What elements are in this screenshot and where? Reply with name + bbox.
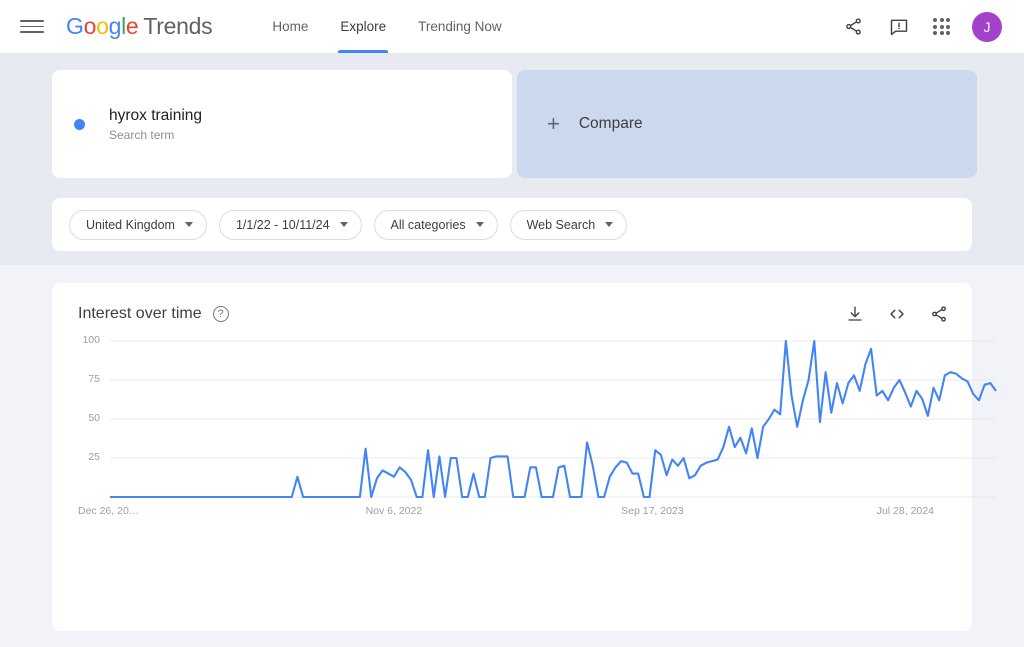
- chevron-down-icon: [184, 222, 193, 227]
- help-icon[interactable]: ?: [212, 306, 229, 322]
- explore-controls-section: hyrox training Search term + Compare Uni…: [0, 53, 1024, 265]
- filters-bar: United Kingdom 1/1/22 - 10/11/24 All cat…: [52, 198, 972, 251]
- avatar[interactable]: J: [972, 11, 1002, 42]
- feedback-icon[interactable]: [887, 15, 911, 39]
- logo-letter: o: [96, 13, 109, 39]
- chart-header: Interest over time ?: [78, 305, 948, 323]
- location-filter-label: United Kingdom: [86, 217, 175, 232]
- chart-svg: [110, 339, 997, 499]
- chevron-down-icon: [339, 222, 348, 227]
- header-actions: J: [841, 11, 1002, 42]
- logo-letter: o: [83, 13, 97, 39]
- interest-over-time-chart: 100 75 50 25 Dec 26, 20… Nov 6, 2022 Sep 17, …: [78, 334, 997, 587]
- y-axis-tick-label: 25: [88, 451, 100, 463]
- term-color-dot: [74, 118, 85, 130]
- search-type-filter-label: Web Search: [526, 217, 596, 232]
- y-axis-tick-label: 100: [82, 334, 100, 346]
- apps-grid-icon[interactable]: [933, 18, 950, 35]
- category-filter-label: All categories: [390, 217, 466, 232]
- share-icon[interactable]: [841, 15, 865, 39]
- compare-label: Compare: [578, 115, 643, 132]
- hamburger-menu-icon[interactable]: [20, 15, 44, 39]
- search-term-label: hyrox training: [109, 107, 203, 125]
- search-terms-row: hyrox training Search term + Compare: [52, 70, 977, 178]
- embed-icon[interactable]: [887, 305, 907, 323]
- y-axis-tick-label: 50: [88, 412, 100, 424]
- search-type-filter[interactable]: Web Search: [509, 209, 628, 240]
- x-axis-tick-label: Sep 17, 2023: [621, 505, 684, 517]
- page-title: Interest over time: [78, 305, 202, 322]
- chevron-down-icon: [605, 222, 614, 227]
- share-icon[interactable]: [930, 305, 948, 323]
- plus-icon: +: [547, 111, 560, 136]
- nav-item-home[interactable]: Home: [256, 0, 324, 53]
- results-section: Interest over time ? 100 75 50 25 Dec 26…: [0, 265, 1024, 647]
- chevron-down-icon: [475, 222, 484, 227]
- date-range-filter[interactable]: 1/1/22 - 10/11/24: [218, 209, 362, 240]
- compare-card[interactable]: + Compare: [517, 70, 977, 178]
- x-axis-tick-label: Jul 28, 2024: [876, 505, 934, 517]
- nav-item-explore[interactable]: Explore: [324, 0, 402, 53]
- location-filter[interactable]: United Kingdom: [69, 209, 207, 240]
- logo-suffix: Trends: [143, 13, 213, 39]
- google-trends-logo[interactable]: Google Trends: [66, 13, 213, 40]
- main-nav: Home Explore Trending Now: [256, 0, 517, 53]
- x-axis-tick-label: Nov 6, 2022: [365, 505, 423, 517]
- category-filter[interactable]: All categories: [373, 209, 498, 240]
- logo-letter: G: [66, 13, 84, 39]
- search-term-type: Search term: [109, 127, 175, 142]
- date-range-filter-label: 1/1/22 - 10/11/24: [235, 217, 330, 232]
- y-axis-tick-label: 75: [88, 373, 100, 385]
- nav-item-trending-now[interactable]: Trending Now: [402, 0, 518, 53]
- app-header: Google Trends Home Explore Trending Now …: [0, 0, 1024, 53]
- download-icon[interactable]: [846, 305, 864, 323]
- chart-actions: [846, 305, 948, 323]
- logo-letter: g: [108, 13, 122, 39]
- search-term-card[interactable]: hyrox training Search term: [52, 70, 512, 178]
- x-axis-tick-label: Dec 26, 20…: [78, 505, 140, 517]
- interest-over-time-card: Interest over time ? 100 75 50 25 Dec 26…: [52, 283, 997, 631]
- logo-letter: e: [125, 13, 139, 39]
